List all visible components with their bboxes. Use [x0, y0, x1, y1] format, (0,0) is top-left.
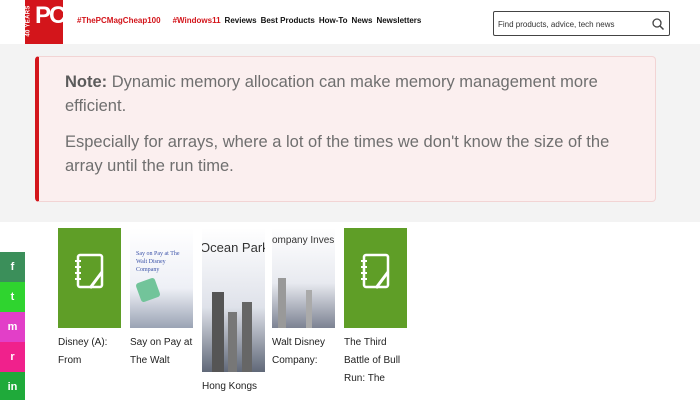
nav-link-news[interactable]: News: [352, 16, 373, 25]
thumb-caption: Say on Pay at The Walt Disney Company: [136, 251, 180, 273]
thumb-caption: Ocean Park Tal: [202, 240, 265, 255]
logo-text: PC: [35, 2, 66, 29]
note-line-1: Dynamic memory allocation can make memor…: [65, 73, 598, 115]
nav-link-windows11[interactable]: #Windows11: [173, 16, 221, 25]
article-content: Note: Dynamic memory allocation can make…: [0, 44, 700, 222]
email-share-icon[interactable]: m: [0, 312, 25, 342]
card-thumbnail: Ocean Park Tal: [202, 228, 265, 372]
search-input[interactable]: [498, 16, 648, 32]
note-label: Note:: [65, 73, 108, 91]
search-box: [493, 11, 670, 36]
twitter-share-icon[interactable]: t: [0, 282, 25, 312]
social-share-rail: f t m r in: [0, 252, 25, 400]
card-title[interactable]: Say on Pay at The Walt: [130, 334, 196, 370]
notebook-icon: [58, 228, 121, 328]
card-title[interactable]: Hong Kongs: [202, 378, 268, 396]
note-paragraph-2: Especially for arrays, where a lot of th…: [65, 133, 610, 175]
nav-link-newsletters[interactable]: Newsletters: [376, 16, 421, 25]
linkedin-share-icon[interactable]: in: [0, 372, 25, 400]
card-title[interactable]: Walt Disney Company:: [272, 334, 338, 370]
related-card[interactable]: Ocean Park Tal Hong Kongs: [202, 228, 265, 396]
nav-link-best-products[interactable]: Best Products: [261, 16, 315, 25]
search-icon[interactable]: [651, 17, 665, 31]
pcmag-logo[interactable]: 40 YEARS PC: [25, 0, 66, 44]
site-header: 40 YEARS PC #ThePCMagCheap100 #Windows11…: [0, 0, 700, 44]
thumb-caption: ompany Inves ns Strategy: [272, 235, 335, 246]
related-card[interactable]: ompany Inves ns Strategy Walt Disney Com…: [272, 228, 335, 370]
related-card[interactable]: Say on Pay at The Walt Disney Company Sa…: [130, 228, 193, 370]
related-card[interactable]: Disney (A): From: [58, 228, 121, 370]
card-title[interactable]: Disney (A): From: [58, 334, 124, 370]
nav-link-how-to[interactable]: How-To: [319, 16, 348, 25]
notebook-icon: [344, 228, 407, 328]
nav-link-reviews[interactable]: Reviews: [225, 16, 257, 25]
card-title[interactable]: The Third Battle of Bull Run: The: [344, 334, 410, 388]
main-nav: #ThePCMagCheap100 #Windows11 Reviews Bes…: [77, 16, 425, 25]
book-icon: [135, 277, 161, 303]
note-callout: Note: Dynamic memory allocation can make…: [35, 56, 656, 202]
reddit-share-icon[interactable]: r: [0, 342, 25, 372]
facebook-share-icon[interactable]: f: [0, 252, 25, 282]
nav-link-cheap100[interactable]: #ThePCMagCheap100: [77, 16, 161, 25]
note-paragraph-1: Note: Dynamic memory allocation can make…: [65, 70, 629, 118]
card-thumbnail: ompany Inves ns Strategy: [272, 228, 335, 328]
related-card[interactable]: The Third Battle of Bull Run: The: [344, 228, 407, 388]
logo-anniversary-text: 40 YEARS: [25, 5, 32, 37]
card-thumbnail: Say on Pay at The Walt Disney Company: [130, 228, 193, 328]
